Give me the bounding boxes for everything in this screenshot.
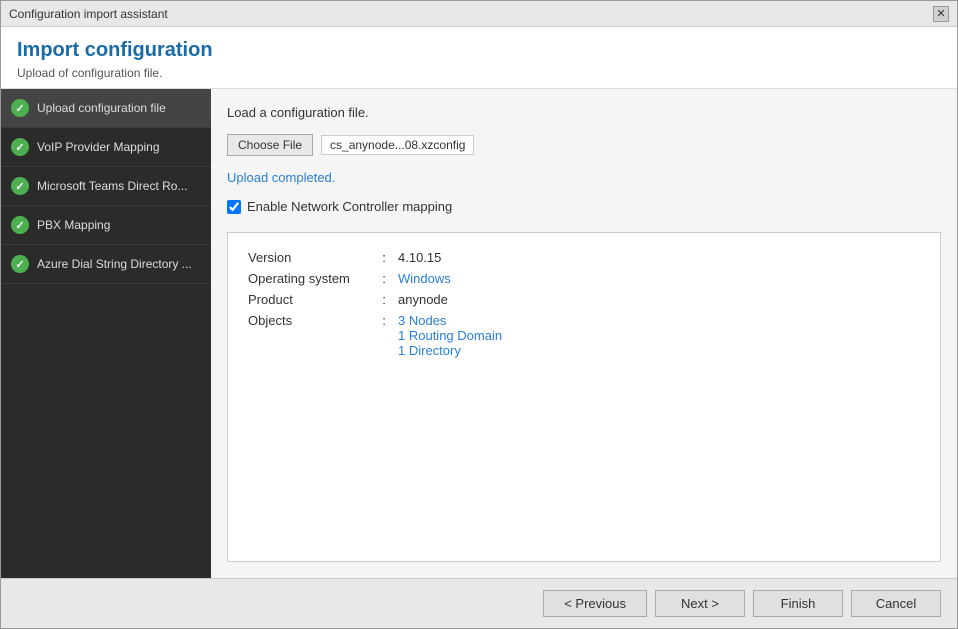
finish-button[interactable]: Finish	[753, 590, 843, 617]
check-icon-voip: ✓	[11, 138, 29, 156]
sidebar-label-upload-config: Upload configuration file	[37, 101, 166, 115]
file-name-display: cs_anynode...08.xzconfig	[321, 135, 474, 155]
table-row: Version : 4.10.15	[244, 247, 924, 268]
os-value: Windows	[394, 268, 924, 289]
sidebar-item-ms-teams[interactable]: ✓ Microsoft Teams Direct Ro...	[1, 167, 211, 206]
table-row: Objects : 3 Nodes 1 Routing Domain 1 Dir…	[244, 310, 924, 361]
objects-cell: 3 Nodes 1 Routing Domain 1 Directory	[394, 310, 924, 361]
objects-value-1: 3 Nodes	[398, 313, 446, 328]
sidebar-label-teams: Microsoft Teams Direct Ro...	[37, 179, 187, 193]
sidebar-label-pbx: PBX Mapping	[37, 218, 110, 232]
upload-status: Upload completed.	[227, 170, 941, 185]
content-area: Import configuration Upload of configura…	[1, 27, 957, 578]
sidebar-label-voip: VoIP Provider Mapping	[37, 140, 160, 154]
info-table: Version : 4.10.15 Operating system : Win…	[244, 247, 924, 361]
cancel-button[interactable]: Cancel	[851, 590, 941, 617]
table-row: Product : anynode	[244, 289, 924, 310]
objects-value-3: 1 Directory	[398, 343, 461, 358]
close-button[interactable]: ✕	[933, 6, 949, 22]
check-icon-pbx: ✓	[11, 216, 29, 234]
check-icon-teams: ✓	[11, 177, 29, 195]
right-panel: Load a configuration file. Choose File c…	[211, 89, 957, 578]
check-icon-azure: ✓	[11, 255, 29, 273]
next-button[interactable]: Next >	[655, 590, 745, 617]
file-row: Choose File cs_anynode...08.xzconfig	[227, 134, 941, 156]
title-bar: Configuration import assistant ✕	[1, 1, 957, 27]
footer: < Previous Next > Finish Cancel	[1, 578, 957, 628]
version-value: 4.10.15	[394, 247, 924, 268]
product-label: Product	[244, 289, 374, 310]
info-box: Version : 4.10.15 Operating system : Win…	[227, 232, 941, 562]
sidebar: ✓ Upload configuration file ✓ VoIP Provi…	[1, 89, 211, 578]
sidebar-label-azure: Azure Dial String Directory ...	[37, 257, 192, 271]
page-title: Import configuration	[17, 39, 941, 62]
window-title: Configuration import assistant	[9, 7, 168, 21]
enable-network-row: Enable Network Controller mapping	[227, 199, 941, 214]
table-row: Operating system : Windows	[244, 268, 924, 289]
sidebar-item-voip-provider[interactable]: ✓ VoIP Provider Mapping	[1, 128, 211, 167]
main-window: Configuration import assistant ✕ Import …	[0, 0, 958, 629]
check-icon-upload: ✓	[11, 99, 29, 117]
header-section: Import configuration Upload of configura…	[1, 27, 957, 89]
os-label: Operating system	[244, 268, 374, 289]
panel-instruction: Load a configuration file.	[227, 105, 941, 120]
page-subtitle: Upload of configuration file.	[17, 66, 941, 80]
enable-network-checkbox[interactable]	[227, 200, 241, 214]
sidebar-item-upload-config[interactable]: ✓ Upload configuration file	[1, 89, 211, 128]
sidebar-item-pbx[interactable]: ✓ PBX Mapping	[1, 206, 211, 245]
enable-network-label: Enable Network Controller mapping	[247, 199, 452, 214]
choose-file-button[interactable]: Choose File	[227, 134, 313, 156]
sidebar-item-azure[interactable]: ✓ Azure Dial String Directory ...	[1, 245, 211, 284]
previous-button[interactable]: < Previous	[543, 590, 647, 617]
version-label: Version	[244, 247, 374, 268]
main-area: ✓ Upload configuration file ✓ VoIP Provi…	[1, 89, 957, 578]
objects-value-2: 1 Routing Domain	[398, 328, 502, 343]
objects-label: Objects	[244, 310, 374, 361]
product-value: anynode	[394, 289, 924, 310]
